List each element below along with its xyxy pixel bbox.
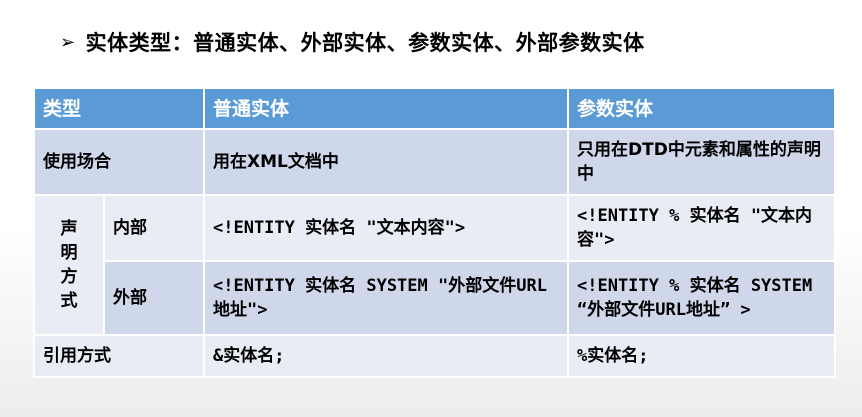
heading-text: 实体类型：普通实体、外部实体、参数实体、外部参数实体 bbox=[85, 31, 645, 55]
arrow-bullet-icon: ➢ bbox=[60, 31, 76, 53]
external-label: 外部 bbox=[103, 260, 205, 336]
external-normal: <!ENTITY 实体名 SYSTEM "外部文件URL地址"> bbox=[203, 260, 569, 336]
table-row-declaration-external: 外部 <!ENTITY 实体名 SYSTEM "外部文件URL地址"> <!EN… bbox=[34, 260, 836, 336]
internal-label: 内部 bbox=[103, 194, 205, 262]
reference-normal: &实体名; bbox=[203, 334, 569, 378]
internal-normal: <!ENTITY 实体名 "文本内容"> bbox=[203, 194, 569, 262]
usage-param: 只用在DTD中元素和属性的声明中 bbox=[567, 128, 836, 196]
reference-param: %实体名; bbox=[567, 334, 836, 378]
internal-param: <!ENTITY % 实体名 "文本内容"> bbox=[567, 194, 836, 262]
header-param-entity: 参数实体 bbox=[567, 87, 836, 130]
usage-normal: 用在XML文档中 bbox=[203, 128, 569, 196]
external-param: <!ENTITY % 实体名 SYSTEM “外部文件URL地址” > bbox=[567, 260, 836, 336]
table-row-declaration-internal: 声 明 方 式 内部 <!ENTITY 实体名 "文本内容"> <!ENTITY… bbox=[33, 194, 836, 336]
table-row-reference: 引用方式 &实体名; %实体名; bbox=[33, 334, 836, 378]
declaration-label: 声 明 方 式 bbox=[33, 194, 105, 336]
header-normal-entity: 普通实体 bbox=[203, 87, 569, 130]
entity-type-table: 类型 普通实体 参数实体 使用场合 用在XML文档中 只用在DTD中元素和属性的… bbox=[33, 87, 836, 378]
usage-label: 使用场合 bbox=[33, 128, 205, 196]
reference-label: 引用方式 bbox=[33, 334, 205, 378]
header-type: 类型 bbox=[33, 87, 205, 130]
slide-heading: ➢ 实体类型：普通实体、外部实体、参数实体、外部参数实体 bbox=[60, 27, 645, 57]
table-header-row: 类型 普通实体 参数实体 bbox=[33, 87, 836, 130]
table-row-usage: 使用场合 用在XML文档中 只用在DTD中元素和属性的声明中 bbox=[33, 128, 836, 196]
